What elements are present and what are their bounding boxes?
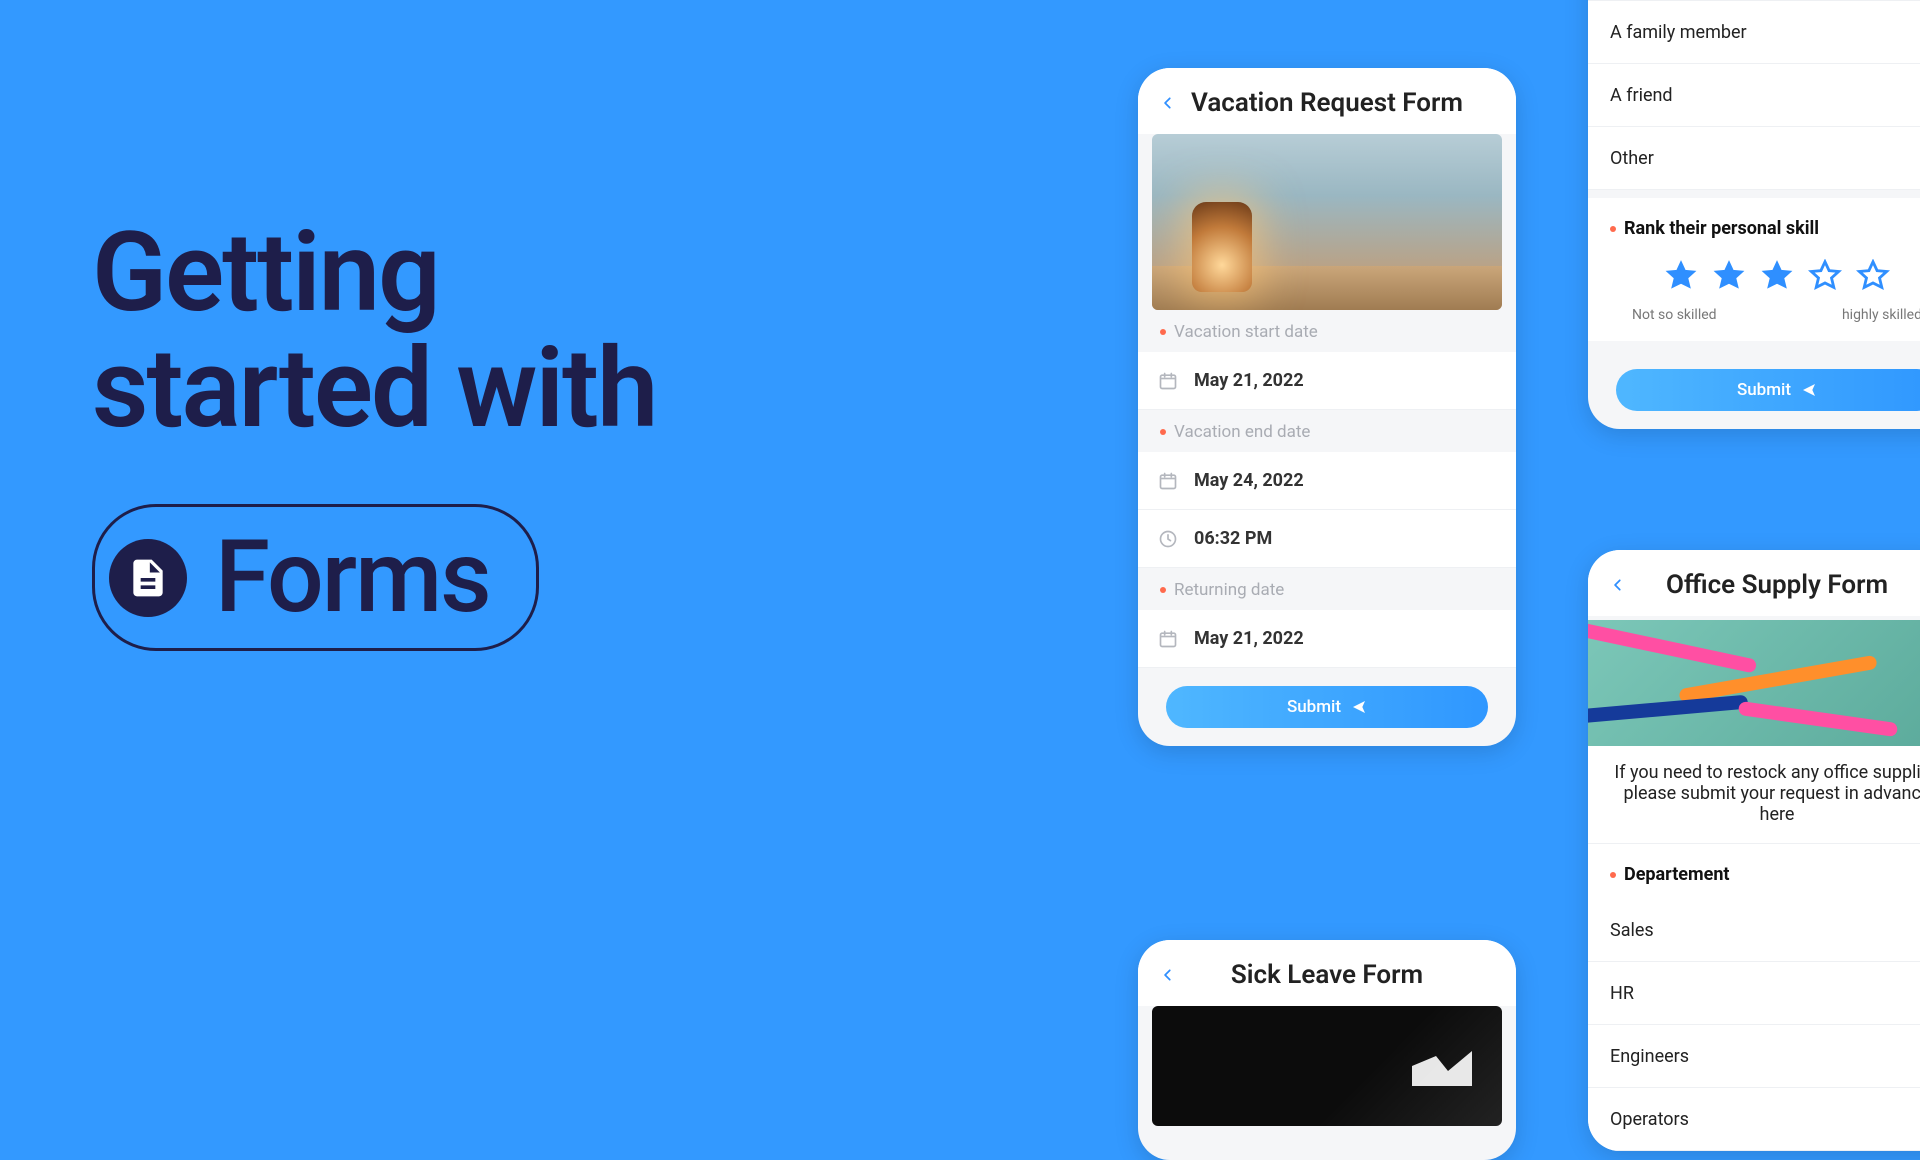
dept-option[interactable]: HR <box>1588 962 1920 1025</box>
office-title: Office Supply Form <box>1604 570 1920 600</box>
end-date-row[interactable]: May 24, 2022 <box>1138 452 1516 510</box>
submit-button[interactable]: Submit <box>1166 686 1488 728</box>
calendar-icon <box>1158 471 1178 491</box>
scale-high: highly skilled <box>1842 307 1920 323</box>
star-icon[interactable] <box>1712 259 1746 297</box>
star-rating[interactable] <box>1588 253 1920 303</box>
end-date-value: May 24, 2022 <box>1194 470 1304 491</box>
sick-title: Sick Leave Form <box>1154 960 1500 990</box>
sick-hero-image <box>1152 1006 1502 1126</box>
dept-label-text: HR <box>1610 983 1634 1004</box>
scale-low: Not so skilled <box>1632 307 1717 323</box>
hero: Getting started with Forms <box>92 215 656 651</box>
rating-option[interactable]: A family member <box>1588 1 1920 64</box>
dept-option[interactable]: Operators <box>1588 1088 1920 1151</box>
forms-pill: Forms <box>92 504 539 651</box>
rating-option[interactable]: Other <box>1588 127 1920 190</box>
calendar-icon <box>1158 371 1178 391</box>
option-label: A family member <box>1610 22 1747 43</box>
hero-line1: Getting <box>92 215 656 331</box>
option-label: Other <box>1610 148 1654 169</box>
skill-label: Rank their personal skill <box>1588 190 1920 253</box>
sick-card: Sick Leave Form <box>1138 940 1516 1160</box>
vacation-card: Vacation Request Form Vacation start dat… <box>1138 68 1516 746</box>
field-label-end: Vacation end date <box>1138 410 1516 452</box>
send-icon <box>1801 382 1817 398</box>
vacation-hero-image <box>1152 134 1502 310</box>
forms-pill-label: Forms <box>215 519 490 636</box>
office-hero-image <box>1588 620 1920 746</box>
star-icon[interactable] <box>1664 259 1698 297</box>
dept-label-text: Sales <box>1610 920 1654 941</box>
dept-option[interactable]: Engineers <box>1588 1025 1920 1088</box>
rating-option[interactable]: A friend <box>1588 64 1920 127</box>
office-card: Office Supply Form If you need to restoc… <box>1588 550 1920 1151</box>
start-date-value: May 21, 2022 <box>1194 370 1304 391</box>
clock-icon <box>1158 529 1178 549</box>
end-time-value: 06:32 PM <box>1194 528 1272 549</box>
star-icon[interactable] <box>1808 259 1842 297</box>
doc-icon <box>109 539 187 617</box>
start-date-row[interactable]: May 21, 2022 <box>1138 352 1516 410</box>
dept-label: Departement <box>1588 843 1920 899</box>
dept-option[interactable]: Sales <box>1588 899 1920 962</box>
end-time-row[interactable]: 06:32 PM <box>1138 510 1516 568</box>
field-label-start: Vacation start date <box>1138 310 1516 352</box>
submit-button[interactable]: Submit <box>1616 369 1920 411</box>
option-label: A friend <box>1610 85 1673 106</box>
dept-label-text: Engineers <box>1610 1046 1689 1067</box>
office-blurb: If you need to restock any office suppli… <box>1588 746 1920 843</box>
submit-label: Submit <box>1287 697 1341 717</box>
field-label-return: Returning date <box>1138 568 1516 610</box>
dept-label-text: Operators <box>1610 1109 1689 1130</box>
send-icon <box>1351 699 1367 715</box>
hero-line2: started with <box>92 331 656 447</box>
return-date-row[interactable]: May 21, 2022 <box>1138 610 1516 668</box>
return-date-value: May 21, 2022 <box>1194 628 1304 649</box>
submit-label: Submit <box>1737 380 1791 400</box>
rating-card: A former colleagueA family memberA frien… <box>1588 0 1920 429</box>
star-icon[interactable] <box>1856 259 1890 297</box>
calendar-icon <box>1158 629 1178 649</box>
vacation-title: Vacation Request Form <box>1154 88 1500 118</box>
star-icon[interactable] <box>1760 259 1794 297</box>
